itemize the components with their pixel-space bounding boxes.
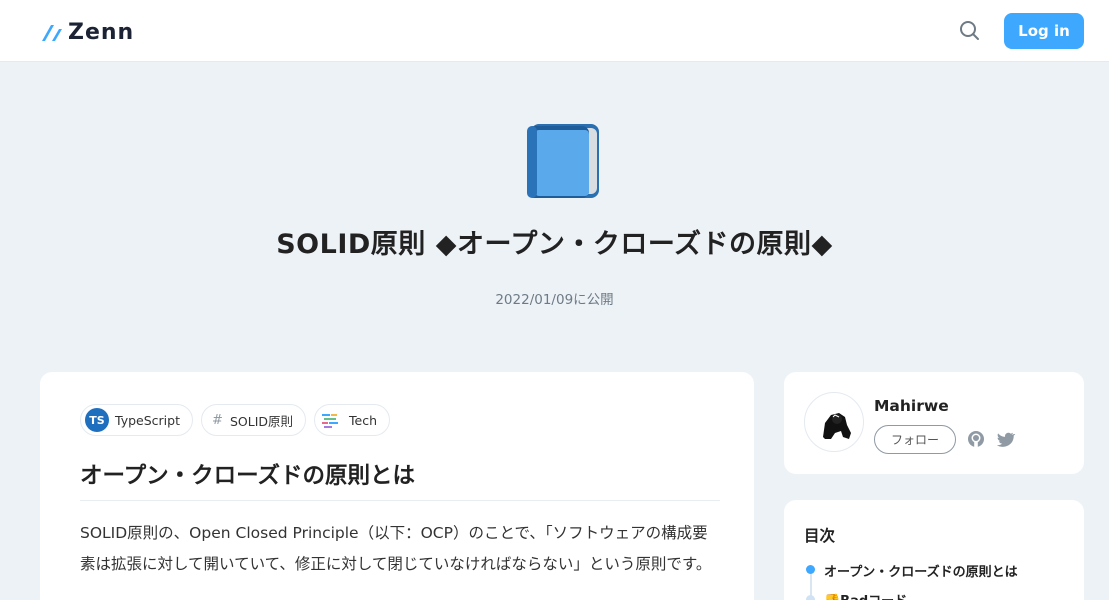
article-paragraph: SOLID原則の、Open Closed Principle（以下：OCP）のこ… (80, 524, 712, 573)
login-button[interactable]: Log in (1004, 13, 1084, 49)
blue-book-emoji (527, 124, 599, 198)
publish-date: 2022/01/09に公開 (495, 292, 614, 308)
topic-typescript[interactable]: TS TypeScript (80, 404, 193, 436)
gorilla-avatar-icon (823, 413, 851, 439)
toc-dot-active (806, 565, 815, 574)
twitter-icon[interactable] (996, 429, 1016, 449)
zenn-logo[interactable]: Zenn (40, 18, 134, 46)
topic-solid[interactable]: # SOLID原則 (200, 404, 307, 436)
search-button[interactable] (956, 17, 984, 45)
article-body-card: TS TypeScript # SOLID原則 Tech オープン・クローズドの… (40, 372, 754, 600)
toc-item[interactable]: オープン・クローズドの原則とは (824, 561, 1018, 580)
author-card: Mahirwe フォロー (784, 372, 1084, 474)
follow-button[interactable]: フォロー (874, 425, 956, 454)
search-icon (960, 21, 979, 40)
topic-label: Tech (349, 412, 378, 428)
zenn-logo-icon (42, 25, 62, 41)
github-icon[interactable] (966, 429, 986, 449)
article-title: SOLID原則 ◆オープン・クローズドの原則◆ (276, 229, 833, 260)
toc-title: 目次 (804, 527, 836, 545)
section-heading: オープン・クローズドの原則とは (80, 458, 720, 501)
avatar[interactable] (804, 392, 864, 452)
toc-card: 目次 オープン・クローズドの原則とは 👎Badコード (784, 500, 1084, 600)
hash-icon: # (211, 412, 223, 428)
author-name[interactable]: Mahirwe (874, 397, 949, 415)
site-header: Zenn Log in (0, 0, 1109, 62)
topic-list: TS TypeScript # SOLID原則 Tech (80, 404, 391, 436)
toc-dot (806, 595, 815, 600)
topic-tech[interactable]: Tech (314, 404, 391, 436)
topic-label: SOLID原則 (229, 413, 294, 429)
topic-label: TypeScript (115, 412, 180, 428)
tech-icon (322, 414, 339, 428)
toc-item[interactable]: 👎Badコード (824, 590, 907, 600)
logo-text: Zenn (68, 19, 135, 45)
typescript-icon: TS (85, 408, 109, 432)
